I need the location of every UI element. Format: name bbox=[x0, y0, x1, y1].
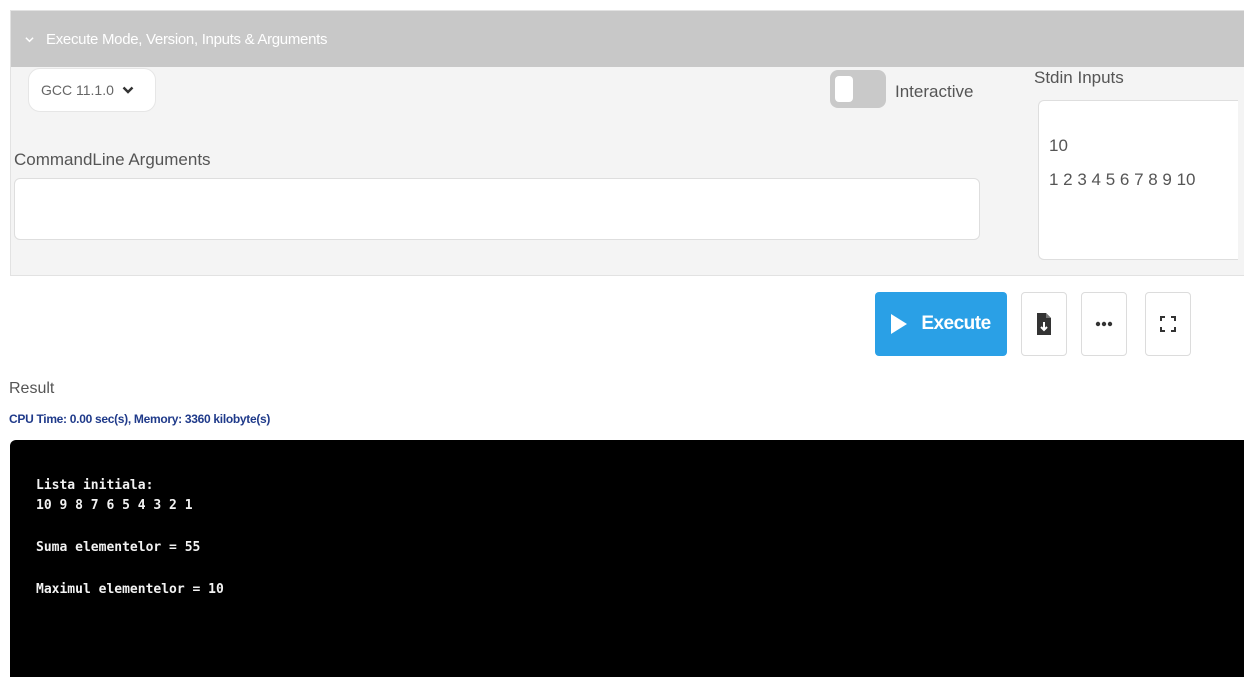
fullscreen-icon bbox=[1160, 316, 1176, 332]
interactive-label: Interactive bbox=[895, 82, 974, 101]
compiler-version-select[interactable]: GCC 11.1.0 bbox=[28, 68, 156, 112]
fullscreen-button[interactable] bbox=[1145, 292, 1191, 356]
execute-settings-header[interactable]: Execute Mode, Version, Inputs & Argument… bbox=[11, 11, 1244, 67]
output-line: Lista initiala: bbox=[36, 478, 154, 493]
stdin-line: 1 2 3 4 5 6 7 8 9 10 bbox=[1049, 170, 1196, 189]
result-label: Result bbox=[9, 380, 55, 397]
execute-button[interactable]: Execute bbox=[875, 292, 1007, 356]
chevron-down-icon bbox=[25, 36, 34, 42]
interactive-toggle[interactable] bbox=[830, 70, 886, 108]
result-stats: CPU Time: 0.00 sec(s), Memory: 3360 kilo… bbox=[9, 412, 271, 426]
chevron-down-icon bbox=[122, 86, 134, 94]
compiler-version-value: GCC 11.1.0 bbox=[41, 82, 114, 98]
output-line: Maximul elementelor = 10 bbox=[36, 582, 224, 597]
output-line: Suma elementelor = 55 bbox=[36, 540, 201, 555]
output-line: 10 9 8 7 6 5 4 3 2 1 bbox=[36, 498, 193, 513]
stdin-input[interactable]: 10 1 2 3 4 5 6 7 8 9 10 bbox=[1038, 100, 1238, 260]
play-icon bbox=[891, 314, 908, 334]
execute-label: Execute bbox=[921, 313, 991, 334]
download-button[interactable] bbox=[1021, 292, 1067, 356]
cmd-args-label: CommandLine Arguments bbox=[14, 150, 211, 169]
more-options-icon bbox=[1095, 321, 1113, 327]
cmd-args-input[interactable] bbox=[14, 178, 980, 240]
stdin-line: 10 bbox=[1049, 136, 1068, 155]
output-console: Lista initiala: 10 9 8 7 6 5 4 3 2 1 Sum… bbox=[10, 440, 1244, 677]
file-download-icon bbox=[1037, 313, 1051, 335]
more-options-button[interactable] bbox=[1081, 292, 1127, 356]
toggle-knob bbox=[835, 76, 853, 102]
panel-header-title: Execute Mode, Version, Inputs & Argument… bbox=[46, 30, 328, 48]
stdin-label: Stdin Inputs bbox=[1034, 68, 1124, 87]
